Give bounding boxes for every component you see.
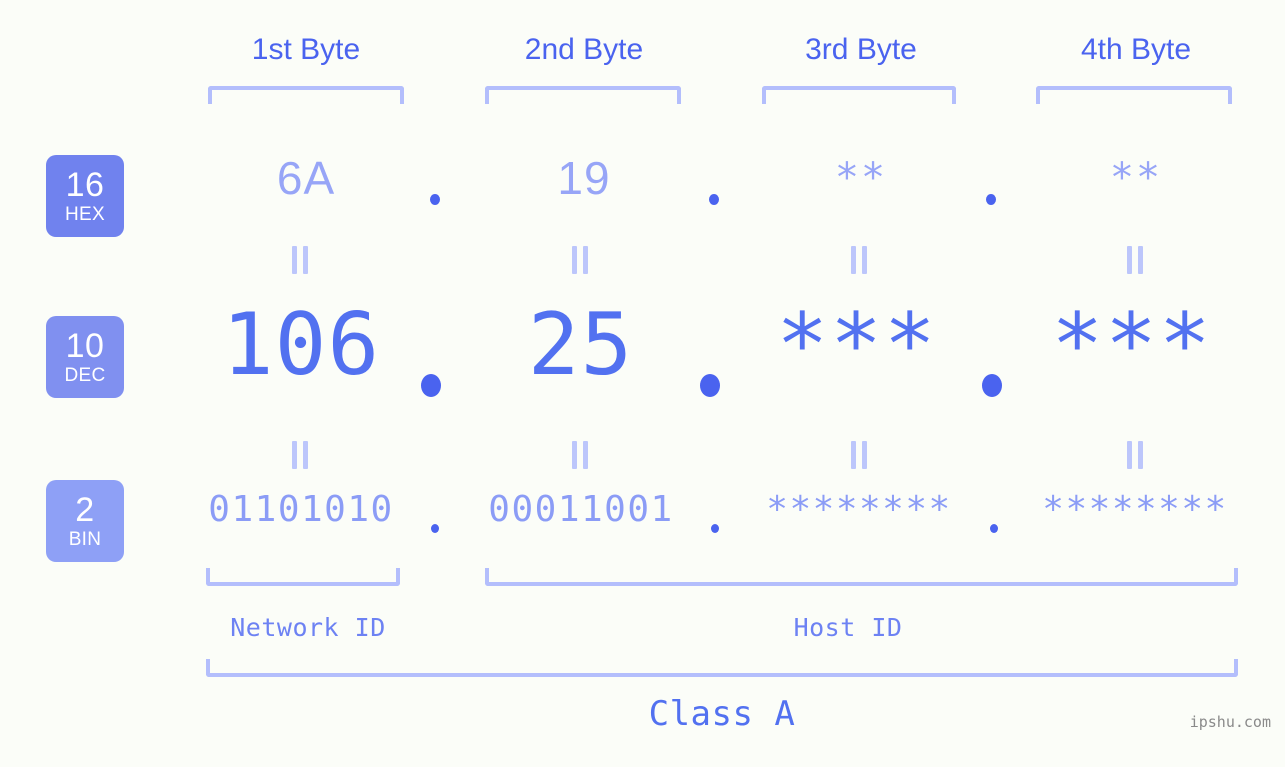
byte-header-4: 4th Byte	[1080, 33, 1192, 66]
base-badge-dec-name: DEC	[64, 365, 106, 386]
hex-byte-1: 6A	[276, 152, 336, 204]
hex-byte-3: **	[834, 155, 888, 201]
hex-byte-4: **	[1109, 155, 1163, 201]
byte-header-3: 3rd Byte	[805, 33, 917, 66]
hex-separator-dot-3	[986, 194, 996, 205]
equals-connector-hex-dec-4	[1127, 246, 1143, 274]
equals-connector-dec-bin-3	[851, 441, 867, 469]
byte-header-2: 2nd Byte	[524, 33, 644, 66]
dec-byte-2: 25	[527, 295, 634, 395]
watermark: ipshu.com	[1189, 713, 1271, 731]
bin-byte-1: 01101010	[208, 489, 394, 530]
dec-byte-4: ***	[1051, 295, 1213, 395]
bin-separator-dot-1	[431, 524, 439, 533]
host-id-label: Host ID	[793, 613, 903, 642]
byte-bracket-2	[485, 86, 681, 104]
equals-connector-hex-dec-1	[292, 246, 308, 274]
dec-byte-1: 106	[221, 295, 381, 395]
network-id-label: Network ID	[230, 613, 386, 642]
class-bracket	[206, 659, 1238, 677]
hex-separator-dot-2	[709, 194, 719, 205]
network-id-bracket	[206, 568, 400, 586]
hex-separator-dot-1	[430, 194, 440, 205]
equals-connector-hex-dec-3	[851, 246, 867, 274]
equals-connector-dec-bin-2	[572, 441, 588, 469]
hex-byte-2: 19	[557, 152, 611, 204]
dec-separator-dot-1	[421, 374, 441, 397]
byte-bracket-4	[1036, 86, 1232, 104]
bin-separator-dot-2	[711, 524, 719, 533]
byte-bracket-3	[762, 86, 956, 104]
dec-separator-dot-2	[700, 374, 720, 397]
base-badge-bin: 2 BIN	[46, 480, 124, 562]
bin-byte-2: 00011001	[488, 489, 674, 530]
bin-separator-dot-3	[990, 524, 998, 533]
base-badge-bin-name: BIN	[68, 529, 102, 550]
base-badge-hex-number: 16	[65, 166, 105, 204]
dec-separator-dot-3	[982, 374, 1002, 397]
dec-byte-3: ***	[776, 295, 938, 395]
byte-header-1: 1st Byte	[251, 33, 361, 66]
equals-connector-dec-bin-4	[1127, 441, 1143, 469]
equals-connector-hex-dec-2	[572, 246, 588, 274]
base-badge-bin-number: 2	[75, 491, 95, 529]
ip-address-breakdown-diagram: 1st Byte 2nd Byte 3rd Byte 4th Byte 16 H…	[0, 0, 1285, 767]
host-id-bracket	[485, 568, 1238, 586]
base-badge-hex-name: HEX	[65, 204, 105, 225]
bin-byte-4: ********	[1042, 489, 1228, 530]
class-label: Class A	[648, 694, 796, 734]
base-badge-dec-number: 10	[65, 327, 105, 365]
bin-byte-3: ********	[766, 489, 952, 530]
byte-bracket-1	[208, 86, 404, 104]
equals-connector-dec-bin-1	[292, 441, 308, 469]
base-badge-dec: 10 DEC	[46, 316, 124, 398]
base-badge-hex: 16 HEX	[46, 155, 124, 237]
